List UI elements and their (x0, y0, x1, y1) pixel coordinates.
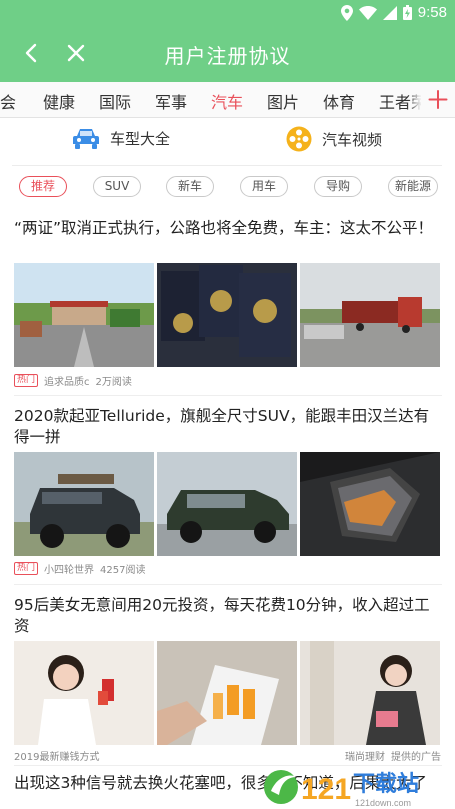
feature-row: 车型大全 汽车视频 (12, 118, 442, 166)
article-headline: 95后美女无意间用20元投资，每天花费10分钟，收入超过工资 (14, 596, 430, 635)
article-source: 追求品质c (44, 377, 90, 388)
status-bar: 9:58 (0, 0, 455, 26)
chip-recommended[interactable]: 推荐 (19, 176, 67, 197)
article-source: 小四轮世界 (44, 565, 95, 576)
watermark-text: 下载站 (353, 771, 419, 797)
filter-chips: 推荐 SUV 新车 用车 导购 新能源 (0, 176, 455, 200)
plus-icon (428, 90, 448, 109)
tab-health[interactable]: 健康 (43, 89, 75, 113)
chip-new-energy[interactable]: 新能源 (388, 176, 438, 197)
chip-buying-guide[interactable]: 导购 (314, 176, 362, 197)
car-icon (73, 129, 99, 149)
tab-honor-of-kings[interactable]: 王者荣 (379, 89, 427, 113)
tab-society[interactable]: 社会 (0, 89, 16, 113)
article-headline: 2020款起亚Telluride，旗舰全尺寸SUV，能跟丰田汉兰达有得一拼 (14, 407, 430, 446)
article-thumbnails (14, 452, 441, 556)
tab-auto[interactable]: 汽车 (211, 89, 243, 113)
article-image (300, 263, 440, 367)
car-videos-link[interactable]: 汽车视频 (286, 126, 382, 152)
watermark-number: 121 (301, 773, 351, 806)
car-models-label: 车型大全 (110, 129, 171, 148)
film-reel-icon (286, 126, 312, 152)
chip-suv[interactable]: SUV (93, 176, 141, 197)
car-models-link[interactable]: 车型大全 (72, 126, 170, 150)
article-image (14, 452, 154, 556)
article-image (300, 452, 440, 556)
article-image (157, 452, 297, 556)
divider (14, 584, 442, 585)
ad-source: 2019最新赚钱方式 (14, 752, 100, 763)
battery-icon (402, 5, 412, 20)
article-headline: “两证”取消正式执行，公路也将全免费，车主：这太不公平！ (14, 219, 434, 237)
tab-international[interactable]: 国际 (99, 89, 131, 113)
watermark-domain: 121down.com (355, 798, 411, 808)
chip-car-use[interactable]: 用车 (240, 176, 288, 197)
divider (14, 395, 442, 396)
article-image (14, 641, 154, 745)
article-image (300, 641, 440, 745)
location-icon (340, 4, 353, 21)
signal-icon (382, 5, 397, 20)
article-image (14, 263, 154, 367)
add-channel-button[interactable] (421, 82, 455, 117)
hot-badge: 热门 (14, 562, 39, 575)
tab-sports[interactable]: 体育 (323, 89, 355, 113)
status-time: 9:58 (417, 4, 447, 21)
article-thumbnails (14, 263, 441, 367)
article-card[interactable]: “两证”取消正式执行，公路也将全免费，车主：这太不公平！ 热门 追求品质c 2万… (14, 218, 442, 388)
article-meta: 热门 追求品质c 2万阅读 (14, 373, 132, 388)
tab-military[interactable]: 军事 (155, 89, 187, 113)
article-meta: 热门 小四轮世界 4257阅读 (14, 561, 145, 576)
hot-badge: 热门 (14, 374, 39, 387)
site-watermark: 121 下载站 121down.com (261, 761, 451, 809)
article-reads: 4257阅读 (100, 565, 146, 576)
chip-new-cars[interactable]: 新车 (166, 176, 214, 197)
channel-tabs: 社会 健康 国际 军事 汽车 图片 体育 王者荣 (0, 82, 455, 118)
article-image (157, 263, 297, 367)
car-videos-label: 汽车视频 (322, 130, 383, 149)
article-image (157, 641, 297, 745)
app-header: 用户注册协议 (0, 26, 455, 82)
ad-card[interactable]: 95后美女无意间用20元投资，每天花费10分钟，收入超过工资 2019最新赚钱方… (14, 595, 442, 763)
article-thumbnails (14, 641, 441, 745)
page-title: 用户注册协议 (164, 44, 291, 68)
wifi-icon (358, 5, 377, 20)
article-reads: 2万阅读 (95, 377, 132, 388)
article-card[interactable]: 2020款起亚Telluride，旗舰全尺寸SUV，能跟丰田汉兰达有得一拼 热门… (14, 406, 442, 576)
tab-pictures[interactable]: 图片 (267, 89, 299, 113)
